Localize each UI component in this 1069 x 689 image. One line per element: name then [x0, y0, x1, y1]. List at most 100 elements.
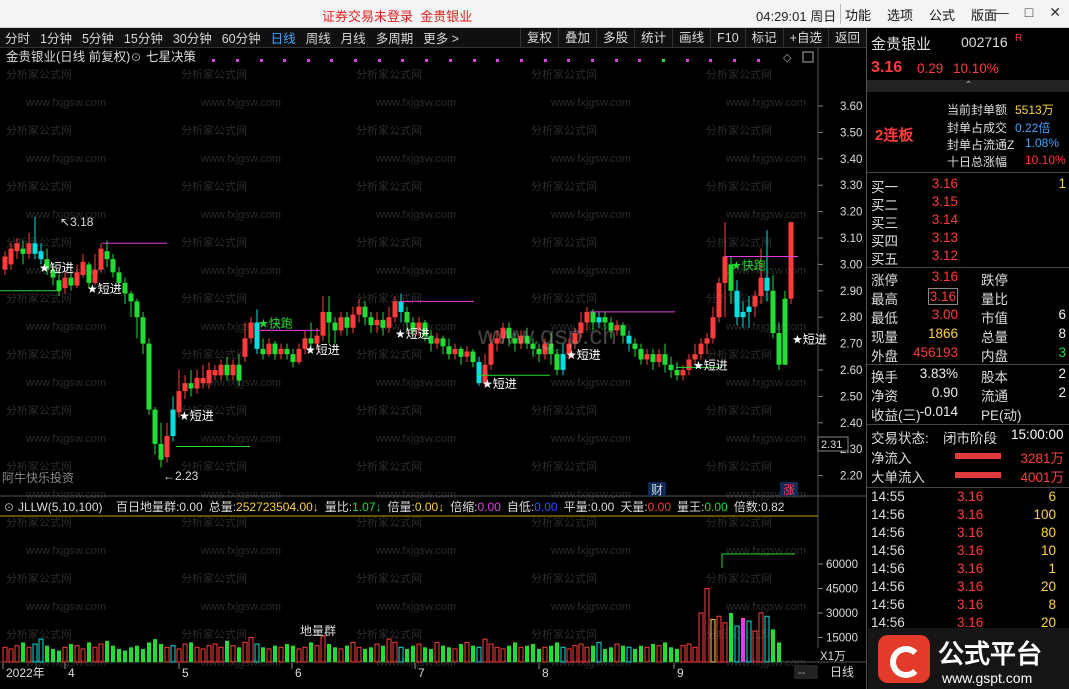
chart-diamond-icon[interactable]: ◇ — [783, 52, 792, 64]
period-5min[interactable]: 5分钟 — [77, 28, 119, 47]
volume-bar — [423, 647, 427, 662]
watermark-tile: www.fxjgsw.com — [375, 97, 456, 109]
header-dot — [283, 59, 286, 62]
tool-back-button[interactable]: 返回 — [827, 28, 866, 48]
menu-function[interactable]: 功能 — [845, 5, 871, 24]
volume-bar — [57, 650, 61, 662]
candle-body — [194, 377, 200, 389]
indicator-dropdown-icon[interactable]: ⊙ — [131, 50, 141, 64]
kline-svg[interactable]: 分析家公式网 分析家公式网 分析家公式网 分析家公式网 分析家公式网www.fxjgsw… — [0, 48, 866, 689]
volume-bar — [459, 644, 463, 662]
watermark-tile: 分析家公式网 — [6, 179, 72, 193]
watermark-tile: www.fxjgsw.com — [375, 265, 456, 277]
feng-value: 5513万 — [1015, 103, 1054, 117]
time-tick-label: 5 — [182, 666, 189, 680]
close-button[interactable]: ✕ — [1049, 4, 1061, 21]
header-dot — [733, 59, 736, 62]
volume-bar — [669, 647, 673, 662]
watermark-tile: 分析家公式网 — [181, 123, 247, 137]
tick-volume: 6 — [1048, 489, 1056, 504]
period-weekly[interactable]: 周线 — [301, 28, 336, 47]
period-15min[interactable]: 15分钟 — [119, 28, 168, 47]
tool-draw-button[interactable]: 画线 — [672, 28, 710, 48]
tool-adjust-button[interactable]: 复权 — [520, 28, 558, 48]
signal-short-label: ★短进 — [87, 282, 122, 296]
period-daily[interactable]: 日线 — [266, 28, 301, 47]
watermark-tile: 分析家公式网 — [356, 347, 422, 361]
menu-options[interactable]: 选项 — [887, 5, 913, 24]
candle-body — [62, 277, 68, 289]
volume-bar — [381, 645, 385, 662]
menu-layout[interactable]: 版面 — [971, 5, 997, 24]
candle-body — [554, 354, 560, 370]
quote-pct: 10.10% — [953, 61, 999, 76]
volume-bar — [729, 613, 733, 662]
volume-bar — [194, 646, 200, 663]
tool-mark-button[interactable]: 标记 — [744, 28, 783, 48]
volume-field-value: 0.82 — [761, 500, 785, 514]
stat-label: 外盘 — [871, 349, 898, 364]
volume-bar — [441, 645, 445, 662]
feng-row: 封单占流通Z 1.08% — [947, 136, 1059, 153]
period-60min[interactable]: 60分钟 — [217, 28, 266, 47]
minimize-button[interactable]: — — [995, 4, 1009, 21]
candle-body — [734, 290, 740, 318]
tick-price: 3.16 — [957, 579, 984, 594]
feng-row: 封单占成交 0.22倍 — [947, 119, 1050, 136]
period-30min[interactable]: 30分钟 — [168, 28, 217, 47]
volume-bar — [464, 641, 470, 663]
stat-value: -0.014 — [919, 404, 958, 419]
period-more[interactable]: 更多 > — [418, 28, 464, 47]
divider — [840, 4, 841, 24]
big-inflow-label: 大单流入 — [871, 470, 925, 485]
header-dot — [591, 59, 594, 62]
maximize-button[interactable]: □ — [1025, 4, 1033, 21]
price-tick-label: 3.30 — [840, 180, 862, 192]
indicator-name[interactable]: 七星决策 — [146, 49, 197, 64]
watermark-tile: 分析家公式网 — [181, 571, 247, 585]
tool-f10-button[interactable]: F10 — [710, 28, 745, 48]
volume-bar — [285, 644, 289, 662]
watermark-tile: www.fxjgsw.com — [375, 153, 456, 165]
tool-overlay-button[interactable]: 叠加 — [558, 28, 596, 48]
trade-login-notice[interactable]: 证券交易未登录 金贵银业 — [322, 6, 472, 25]
bid-volume: 1 — [1058, 176, 1066, 191]
kline-chart-area[interactable]: 分析家公式网 分析家公式网 分析家公式网 分析家公式网 分析家公式网 www.fxjgsw… — [0, 48, 866, 689]
collapse-toggle[interactable]: ⌃ — [867, 80, 1069, 92]
volume-bars — [2, 588, 781, 663]
volume-bar — [14, 645, 20, 663]
header-dot — [378, 59, 381, 62]
period-intraday[interactable]: 分时 — [0, 28, 35, 47]
watermark-tile: www.fxjgsw.com — [200, 433, 281, 445]
price-tick-label: 2.90 — [840, 286, 862, 298]
period-monthly[interactable]: 月线 — [336, 28, 371, 47]
stat-label: 流通 — [981, 389, 1008, 404]
net-inflow-row: 净流入 3281万 — [871, 447, 1069, 466]
volume-indicator-icon[interactable]: ⊙ — [4, 500, 14, 514]
volume-indicator-name[interactable]: JLLW(5,10,100) — [18, 500, 103, 514]
tick-time: 14:56 — [871, 579, 905, 594]
tool-multistock-button[interactable]: 多股 — [596, 28, 634, 48]
period-multi[interactable]: 多周期 — [371, 28, 419, 47]
volume-bar — [639, 645, 643, 662]
tool-add-watchlist-button[interactable]: +自选 — [782, 28, 828, 48]
price-tick-label: 2.80 — [840, 312, 862, 324]
volume-bar — [237, 647, 241, 662]
header-dot — [260, 59, 263, 62]
feng-value: 0.22倍 — [1015, 121, 1051, 135]
menu-formula[interactable]: 公式 — [929, 5, 955, 24]
tool-stats-button[interactable]: 统计 — [634, 28, 672, 48]
stat-value: 8 — [1058, 326, 1066, 341]
volume-bar — [494, 646, 500, 663]
candlesticks — [2, 216, 794, 468]
watermark-tile: 分析家公式网 — [531, 235, 597, 249]
period-1min[interactable]: 1分钟 — [35, 28, 77, 47]
volume-bar — [537, 648, 541, 662]
candle-body — [182, 383, 188, 392]
watermark-tile: www.fxjgsw.com — [25, 153, 106, 165]
chart-restore-icon[interactable] — [802, 51, 814, 63]
candle-body — [8, 248, 14, 265]
current-price-tag-text: 2.31 — [821, 439, 842, 451]
candle-body — [470, 351, 476, 363]
watermark-tile: 分析家公式网 — [531, 67, 597, 81]
